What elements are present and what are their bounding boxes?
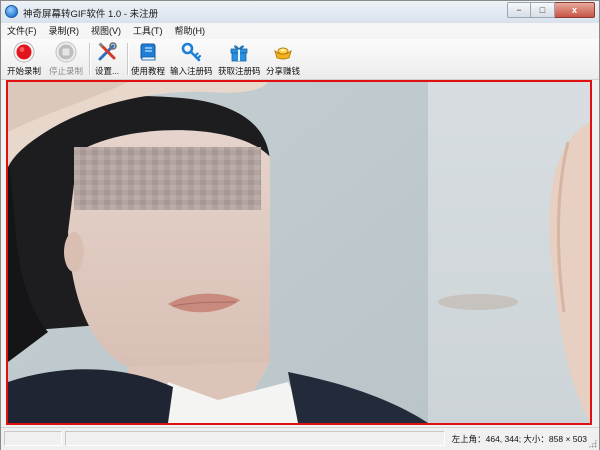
- title-bar[interactable]: 神奇屏幕转GIF软件 1.0 - 未注册 − □ x: [1, 1, 599, 24]
- enter-code-button[interactable]: 输入注册码: [170, 41, 213, 77]
- status-bar: 左上角：464, 344; 大小：858 × 503: [1, 427, 599, 450]
- window-title: 神奇屏幕转GIF软件 1.0 - 未注册: [23, 9, 159, 20]
- status-position-size: 左上角：464, 344; 大小：858 × 503: [451, 434, 587, 444]
- settings-button[interactable]: 设置...: [95, 41, 119, 77]
- start-record-label: 开始录制: [7, 66, 42, 76]
- book-icon: [137, 41, 159, 63]
- share-earn-button[interactable]: 分享赚钱: [266, 41, 300, 77]
- toolbar: 开始录制 停止录制 设置... 使用教程 输入注册码 获取注册码 分享赚钱: [1, 39, 599, 80]
- gold-ingot-icon: [272, 41, 294, 63]
- status-cell-2: [65, 431, 445, 446]
- menu-view[interactable]: 视图(V): [85, 23, 127, 39]
- stop-record-label: 停止录制: [49, 66, 84, 76]
- preview-image: [8, 82, 590, 423]
- start-record-button[interactable]: 开始录制: [7, 41, 41, 77]
- settings-tools-icon: [96, 41, 118, 63]
- toolbar-separator: [89, 43, 90, 75]
- menu-help[interactable]: 帮助(H): [169, 23, 212, 39]
- enter-code-label: 输入注册码: [170, 66, 213, 76]
- stop-icon: [55, 41, 77, 63]
- key-icon: [180, 41, 202, 63]
- app-icon: [5, 5, 18, 18]
- menu-tools[interactable]: 工具(T): [127, 23, 169, 39]
- capture-region[interactable]: [6, 80, 592, 425]
- gift-icon: [228, 41, 250, 63]
- record-icon: [13, 41, 35, 63]
- stop-record-button[interactable]: 停止录制: [49, 41, 83, 77]
- get-code-button[interactable]: 获取注册码: [218, 41, 261, 77]
- app-window: 神奇屏幕转GIF软件 1.0 - 未注册 − □ x 文件(F) 录制(R) 视…: [0, 0, 600, 450]
- minimize-button[interactable]: −: [507, 2, 531, 18]
- settings-label: 设置...: [95, 66, 120, 76]
- menu-file[interactable]: 文件(F): [1, 23, 43, 39]
- maximize-button[interactable]: □: [531, 2, 555, 18]
- menu-record[interactable]: 录制(R): [43, 23, 86, 39]
- share-earn-label: 分享赚钱: [266, 66, 301, 76]
- status-cell-1: [4, 431, 62, 446]
- pixelated-region: [74, 147, 261, 210]
- menu-bar: 文件(F) 录制(R) 视图(V) 工具(T) 帮助(H): [1, 23, 599, 39]
- tutorial-button[interactable]: 使用教程: [131, 41, 165, 77]
- get-code-label: 获取注册码: [218, 66, 261, 76]
- tutorial-label: 使用教程: [131, 66, 166, 76]
- window-controls: − □ x: [507, 2, 595, 20]
- resize-grip-icon[interactable]: [588, 439, 597, 448]
- toolbar-separator: [127, 43, 128, 75]
- close-button[interactable]: x: [555, 2, 595, 18]
